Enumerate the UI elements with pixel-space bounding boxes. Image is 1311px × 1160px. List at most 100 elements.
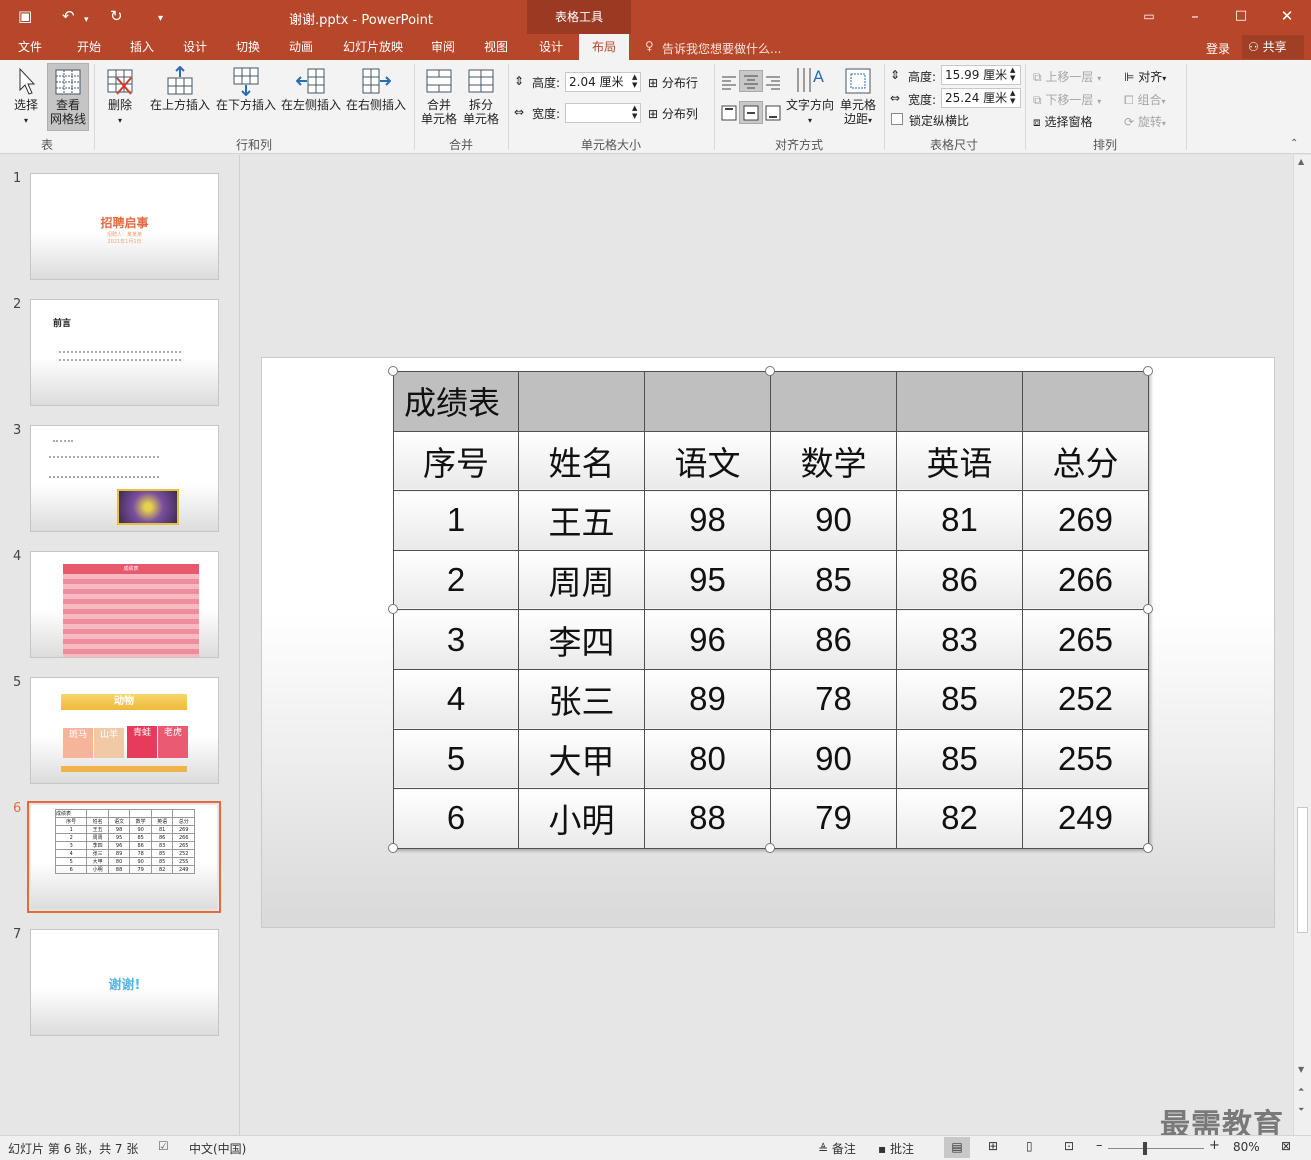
table-cell[interactable]: 83 xyxy=(896,609,1023,670)
distribute-rows-button[interactable]: ⊞ 分布行 xyxy=(648,74,698,91)
minimize-icon[interactable]: – xyxy=(1180,4,1210,28)
table-cell[interactable]: 王五 xyxy=(518,490,645,551)
table-cell-empty[interactable] xyxy=(770,371,897,432)
align-objects-button[interactable]: ⊫ 对齐▾ xyxy=(1124,68,1166,85)
table-width-spinner-icon[interactable]: ▲ ▼ xyxy=(1010,89,1015,105)
align-middle-button[interactable] xyxy=(739,101,763,124)
table-cell[interactable]: 255 xyxy=(1022,728,1149,790)
scrollbar-thumb[interactable] xyxy=(1297,807,1308,933)
table-header-cell[interactable]: 序号 xyxy=(393,430,519,492)
width-spinner-icon[interactable]: ▲ ▼ xyxy=(632,104,637,120)
scroll-down-icon[interactable]: ▼ xyxy=(1298,1065,1304,1074)
table-cell[interactable]: 86 xyxy=(896,549,1023,611)
resize-handle-right[interactable] xyxy=(1143,604,1153,614)
table-cell[interactable]: 78 xyxy=(770,668,897,730)
tab-table-layout[interactable]: 布局 xyxy=(579,34,629,60)
comments-button[interactable]: ▪ 批注 xyxy=(878,1140,914,1157)
zoom-level[interactable]: 80% xyxy=(1233,1140,1260,1154)
align-right-icon[interactable] xyxy=(764,74,782,90)
table-cell[interactable]: 88 xyxy=(644,788,771,849)
group-objects-button[interactable]: ⧠ 组合▾ xyxy=(1124,91,1165,108)
selection-pane-button[interactable]: ⧈ 选择窗格 xyxy=(1033,113,1092,130)
table-cell[interactable]: 大甲 xyxy=(518,728,645,790)
undo-dropdown-icon[interactable]: ▾ xyxy=(84,10,89,30)
table-cell[interactable]: 96 xyxy=(644,609,771,670)
sign-in-link[interactable]: 登录 xyxy=(1206,40,1230,57)
table-header-cell[interactable]: 姓名 xyxy=(518,430,645,492)
zoom-slider-thumb[interactable] xyxy=(1143,1142,1147,1155)
collapse-ribbon-icon[interactable]: ⌃ xyxy=(1290,138,1298,149)
table-height-input[interactable]: 15.99 厘米 xyxy=(941,65,1021,85)
previous-slide-icon[interactable]: ⏶ xyxy=(1298,1085,1304,1095)
cell-margins-button[interactable]: 单元格 边距▾ xyxy=(838,66,878,128)
table-cell[interactable]: 95 xyxy=(644,549,771,611)
align-left-icon[interactable] xyxy=(720,74,738,90)
language-indicator[interactable]: 中文(中国) xyxy=(189,1140,246,1157)
table-cell[interactable]: 6 xyxy=(393,788,519,849)
next-slide-icon[interactable]: ⏷ xyxy=(1298,1105,1304,1115)
slide-thumbnail-1[interactable]: 招聘启事 招聘人：某某某 2021年1月1日 xyxy=(30,173,219,280)
reading-view-icon[interactable]: ▯ xyxy=(1026,1139,1033,1153)
tab-animations[interactable]: 动画 xyxy=(276,34,326,60)
table-cell[interactable]: 252 xyxy=(1022,668,1149,730)
undo-icon[interactable]: ↶ xyxy=(62,6,75,26)
close-icon[interactable]: ✕ xyxy=(1272,4,1302,28)
table-width-input[interactable]: 25.24 厘米 xyxy=(941,88,1021,108)
table-cell-empty[interactable] xyxy=(1022,371,1149,432)
customize-qat-icon[interactable]: ▾ xyxy=(158,9,163,29)
text-direction-button[interactable]: A 文字方向 ▾ xyxy=(784,66,836,128)
table-cell-empty[interactable] xyxy=(518,371,645,432)
resize-handle-top-right[interactable] xyxy=(1143,366,1153,376)
zoom-slider-track[interactable] xyxy=(1108,1148,1204,1149)
redo-icon[interactable]: ↻ xyxy=(110,6,123,26)
table-cell[interactable]: 5 xyxy=(393,728,519,790)
resize-handle-bottom-right[interactable] xyxy=(1143,843,1153,853)
table-cell[interactable]: 1 xyxy=(393,490,519,551)
zoom-out-icon[interactable]: – xyxy=(1096,1138,1103,1153)
table-height-spinner-icon[interactable]: ▲ ▼ xyxy=(1010,66,1015,82)
table-cell[interactable]: 张三 xyxy=(518,668,645,730)
align-top-icon[interactable] xyxy=(720,104,738,122)
insert-right-button[interactable]: 在右侧插入 xyxy=(344,66,408,112)
slide-thumbnail-6-selected[interactable]: 成绩表 序号 姓名 语文 数学 英语 总分 1 王五 98 90 81 269 2 周周 95 85 86 266 3… xyxy=(27,801,221,913)
tab-view[interactable]: 视图 xyxy=(472,34,520,60)
table-title-cell[interactable]: 成绩表 xyxy=(393,371,519,432)
send-backward-button[interactable]: ⧉ 下移一层 ▾ xyxy=(1033,91,1101,108)
table-header-cell[interactable]: 数学 xyxy=(770,430,897,492)
table-cell[interactable]: 90 xyxy=(770,490,897,551)
resize-handle-left[interactable] xyxy=(388,604,398,614)
table-cell[interactable]: 269 xyxy=(1022,490,1149,551)
table-cell[interactable]: 周周 xyxy=(518,549,645,611)
table-cell[interactable]: 90 xyxy=(770,728,897,790)
slide-thumbnail-3[interactable] xyxy=(30,425,219,532)
align-center-button[interactable] xyxy=(739,70,763,92)
score-table[interactable]: 成绩表 序号 姓名 语文 数学 英语 总分 1 王五 98 90 81 269 2 周周 95 85 86 266 3… xyxy=(393,371,1149,849)
table-cell[interactable]: 79 xyxy=(770,788,897,849)
slide-sorter-icon[interactable]: ⊞ xyxy=(988,1139,998,1153)
tab-design[interactable]: 设计 xyxy=(170,34,220,60)
resize-handle-top-left[interactable] xyxy=(388,366,398,376)
select-button[interactable]: 选择 ▾ xyxy=(8,66,44,128)
table-cell[interactable]: 4 xyxy=(393,668,519,730)
view-gridlines-button[interactable]: 查看 网格线 xyxy=(47,63,89,131)
insert-below-button[interactable]: 在下方插入 xyxy=(214,66,278,112)
resize-handle-top[interactable] xyxy=(765,366,775,376)
table-cell[interactable]: 2 xyxy=(393,549,519,611)
cell-width-input[interactable] xyxy=(565,103,641,123)
tab-home[interactable]: 开始 xyxy=(64,34,114,60)
distribute-cols-button[interactable]: ⊞ 分布列 xyxy=(648,105,698,122)
slideshow-icon[interactable]: ⊡ xyxy=(1064,1139,1074,1153)
ribbon-display-icon[interactable]: ▭ xyxy=(1134,4,1164,28)
lock-aspect-checkbox[interactable] xyxy=(891,113,903,125)
table-cell[interactable]: 82 xyxy=(896,788,1023,849)
slide-thumbnail-2[interactable]: 前言 xyxy=(30,299,219,406)
table-cell-empty[interactable] xyxy=(896,371,1023,432)
normal-view-button[interactable]: ▤ xyxy=(944,1137,970,1158)
resize-handle-bottom-left[interactable] xyxy=(388,843,398,853)
table-header-cell[interactable]: 总分 xyxy=(1022,430,1149,492)
vertical-scrollbar[interactable]: ▲ ▼ ⏶ ⏷ xyxy=(1293,155,1311,1135)
table-cell[interactable]: 85 xyxy=(896,668,1023,730)
notes-button[interactable]: ≜ 备注 xyxy=(818,1140,856,1157)
tab-transitions[interactable]: 切换 xyxy=(224,34,272,60)
table-cell[interactable]: 81 xyxy=(896,490,1023,551)
